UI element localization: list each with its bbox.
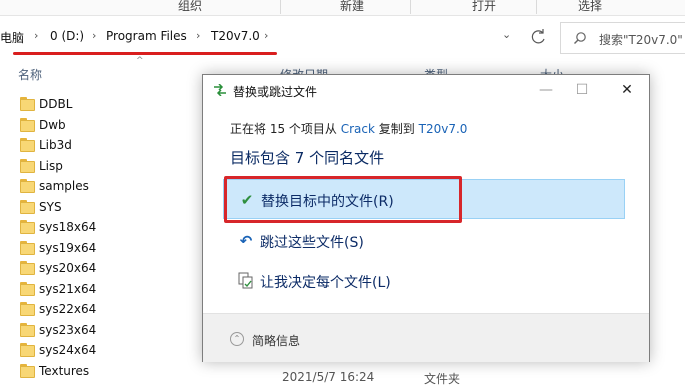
ribbon-group-open: 打开 — [472, 0, 497, 13]
file-list-item[interactable]: samples — [0, 176, 200, 197]
close-button[interactable]: ✕ — [613, 78, 641, 102]
chevron-right-icon[interactable]: › — [34, 29, 38, 42]
chevron-right-icon[interactable]: › — [264, 29, 268, 42]
compare-files-icon — [238, 272, 253, 289]
file-list-item[interactable]: sys18x64 — [0, 217, 200, 238]
folder-icon — [20, 138, 35, 152]
file-name: sys19x64 — [39, 240, 97, 255]
copy-info-mid: 复制到 — [378, 122, 415, 136]
folder-icon — [20, 117, 35, 132]
fewer-details-toggle[interactable]: 简略信息 — [252, 332, 300, 349]
file-name: sys22x64 — [39, 302, 97, 316]
breadcrumb-current-folder[interactable]: T20v7.0 — [211, 29, 260, 43]
folder-icon — [20, 179, 35, 193]
breadcrumb-program-files[interactable]: Program Files — [106, 29, 187, 43]
folder-icon — [20, 240, 35, 255]
file-name: Dwb — [39, 117, 66, 132]
dialog-footer: ⌃ 简略信息 — [203, 313, 649, 362]
folder-icon — [20, 302, 35, 316]
ribbon-group-select: 选择 — [578, 0, 603, 13]
file-list-item[interactable]: Lib3d — [0, 135, 200, 156]
folder-icon — [20, 363, 35, 378]
ribbon-separator — [536, 0, 537, 14]
folder-icon — [20, 220, 35, 234]
file-name: Textures — [39, 363, 90, 378]
file-list-item[interactable]: Textures — [0, 361, 200, 382]
file-name: sys23x64 — [39, 322, 97, 337]
source-folder-link[interactable]: Crack — [341, 122, 375, 136]
file-list-item[interactable]: Dwb — [0, 115, 200, 136]
chevron-right-icon[interactable]: › — [92, 29, 96, 42]
search-box[interactable]: 搜索"T20v7.0" — [560, 22, 685, 54]
folder-icon — [20, 281, 35, 296]
file-list-item[interactable]: SYS — [0, 197, 200, 218]
file-list-item[interactable]: sys19x64 — [0, 238, 200, 259]
highlight-underline — [13, 52, 277, 55]
folder-icon — [20, 322, 35, 337]
folder-icon — [20, 343, 35, 357]
folder-icon — [20, 199, 35, 214]
ribbon-group-bar: 组织 新建 打开 选择 — [0, 0, 685, 16]
folder-icon — [20, 158, 35, 173]
file-list-item[interactable]: sys23x64 — [0, 320, 200, 341]
ribbon-separator — [410, 0, 411, 14]
dialog-title: 替换或跳过文件 — [233, 85, 318, 99]
search-icon — [574, 32, 586, 44]
file-name: Lib3d — [39, 138, 72, 152]
address-dropdown-icon[interactable]: ⌄ — [502, 28, 511, 41]
file-name: sys24x64 — [39, 343, 97, 357]
ribbon-separator — [280, 0, 281, 14]
minimize-button[interactable]: — — [532, 78, 560, 102]
file-name: sys20x64 — [39, 261, 97, 275]
destination-folder-link[interactable]: T20v7.0 — [419, 122, 468, 136]
ribbon-group-organize: 组织 — [178, 0, 203, 13]
chevron-up-circle-icon[interactable]: ⌃ — [230, 332, 244, 346]
highlight-box — [224, 176, 462, 223]
breadcrumb-root[interactable]: 电脑 — [0, 29, 24, 46]
dialog-titlebar[interactable]: 替换或跳过文件 — ☐ ✕ — [203, 75, 649, 105]
copy-info-text: 正在将 15 个项目从 Crack 复制到 T20v7.0 — [230, 120, 467, 137]
search-placeholder: 搜索"T20v7.0" — [599, 33, 683, 47]
decide-each-file-label: 让我决定每个文件(L) — [260, 275, 391, 291]
column-header-name[interactable]: 名称 — [18, 66, 42, 83]
file-list-item[interactable]: sys22x64 — [0, 299, 200, 320]
dialog-heading: 目标包含 7 个同名文件 — [230, 149, 385, 167]
file-name: samples — [39, 179, 89, 193]
file-list-item[interactable]: sys21x64 — [0, 279, 200, 300]
refresh-button[interactable] — [524, 20, 554, 54]
file-list-item[interactable]: DDBL — [0, 94, 200, 115]
skip-files-option[interactable]: ↶ 跳过这些文件(S) — [223, 221, 625, 261]
file-list-item[interactable]: sys24x64 — [0, 340, 200, 361]
file-type: 文件夹 — [424, 372, 461, 386]
skip-arrow-icon: ↶ — [239, 232, 253, 250]
copy-info-prefix: 正在将 15 个项目从 — [230, 122, 337, 136]
ribbon-group-new: 新建 — [340, 0, 365, 13]
decide-each-file-option[interactable]: 让我决定每个文件(L) — [223, 261, 625, 301]
file-name: SYS — [39, 199, 62, 214]
file-name: sys18x64 — [39, 220, 97, 234]
maximize-button[interactable]: ☐ — [568, 78, 596, 102]
file-name: Lisp — [39, 158, 63, 173]
file-name: DDBL — [39, 97, 73, 111]
folder-icon — [20, 97, 35, 111]
address-bar[interactable]: 电脑 › 0 (D:) › Program Files › T20v7.0 › … — [0, 20, 524, 54]
skip-files-label: 跳过这些文件(S) — [260, 235, 364, 251]
breadcrumb-drive[interactable]: 0 (D:) — [50, 29, 84, 43]
file-list-item[interactable]: Lisp — [0, 156, 200, 177]
file-name: sys21x64 — [39, 281, 97, 296]
file-list-item[interactable]: sys20x64 — [0, 258, 200, 279]
chevron-right-icon[interactable]: › — [196, 29, 200, 42]
copy-arrows-icon — [214, 84, 226, 96]
refresh-icon — [531, 29, 545, 44]
file-date: 2021/5/7 16:24 — [282, 370, 375, 384]
folder-icon — [20, 261, 35, 275]
